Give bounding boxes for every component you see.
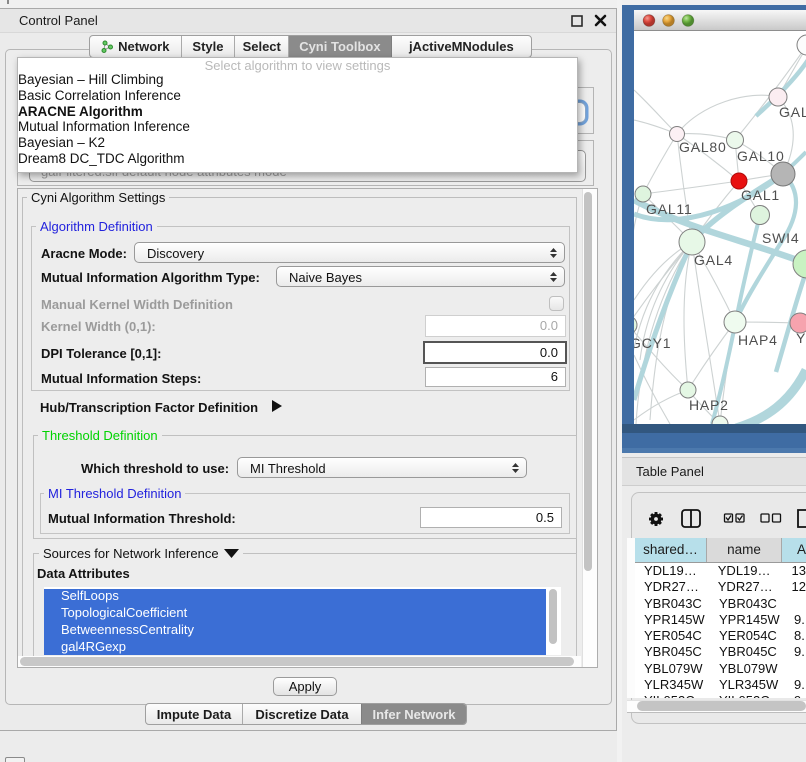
svg-text:GAL10: GAL10 <box>737 148 785 164</box>
svg-text:GAL11: GAL11 <box>646 201 693 217</box>
svg-text:SWI4: SWI4 <box>762 230 799 246</box>
svg-text:GAL4: GAL4 <box>694 252 733 268</box>
svg-text:GCY1: GCY1 <box>634 335 671 351</box>
svg-text:GAL1: GAL1 <box>741 187 780 203</box>
svg-text:Y: Y <box>796 330 806 346</box>
svg-text:HAP2: HAP2 <box>689 397 729 413</box>
svg-text:HAP4: HAP4 <box>738 332 778 348</box>
svg-text:GAL80: GAL80 <box>679 139 727 155</box>
svg-text:GAL2: GAL2 <box>779 104 806 120</box>
